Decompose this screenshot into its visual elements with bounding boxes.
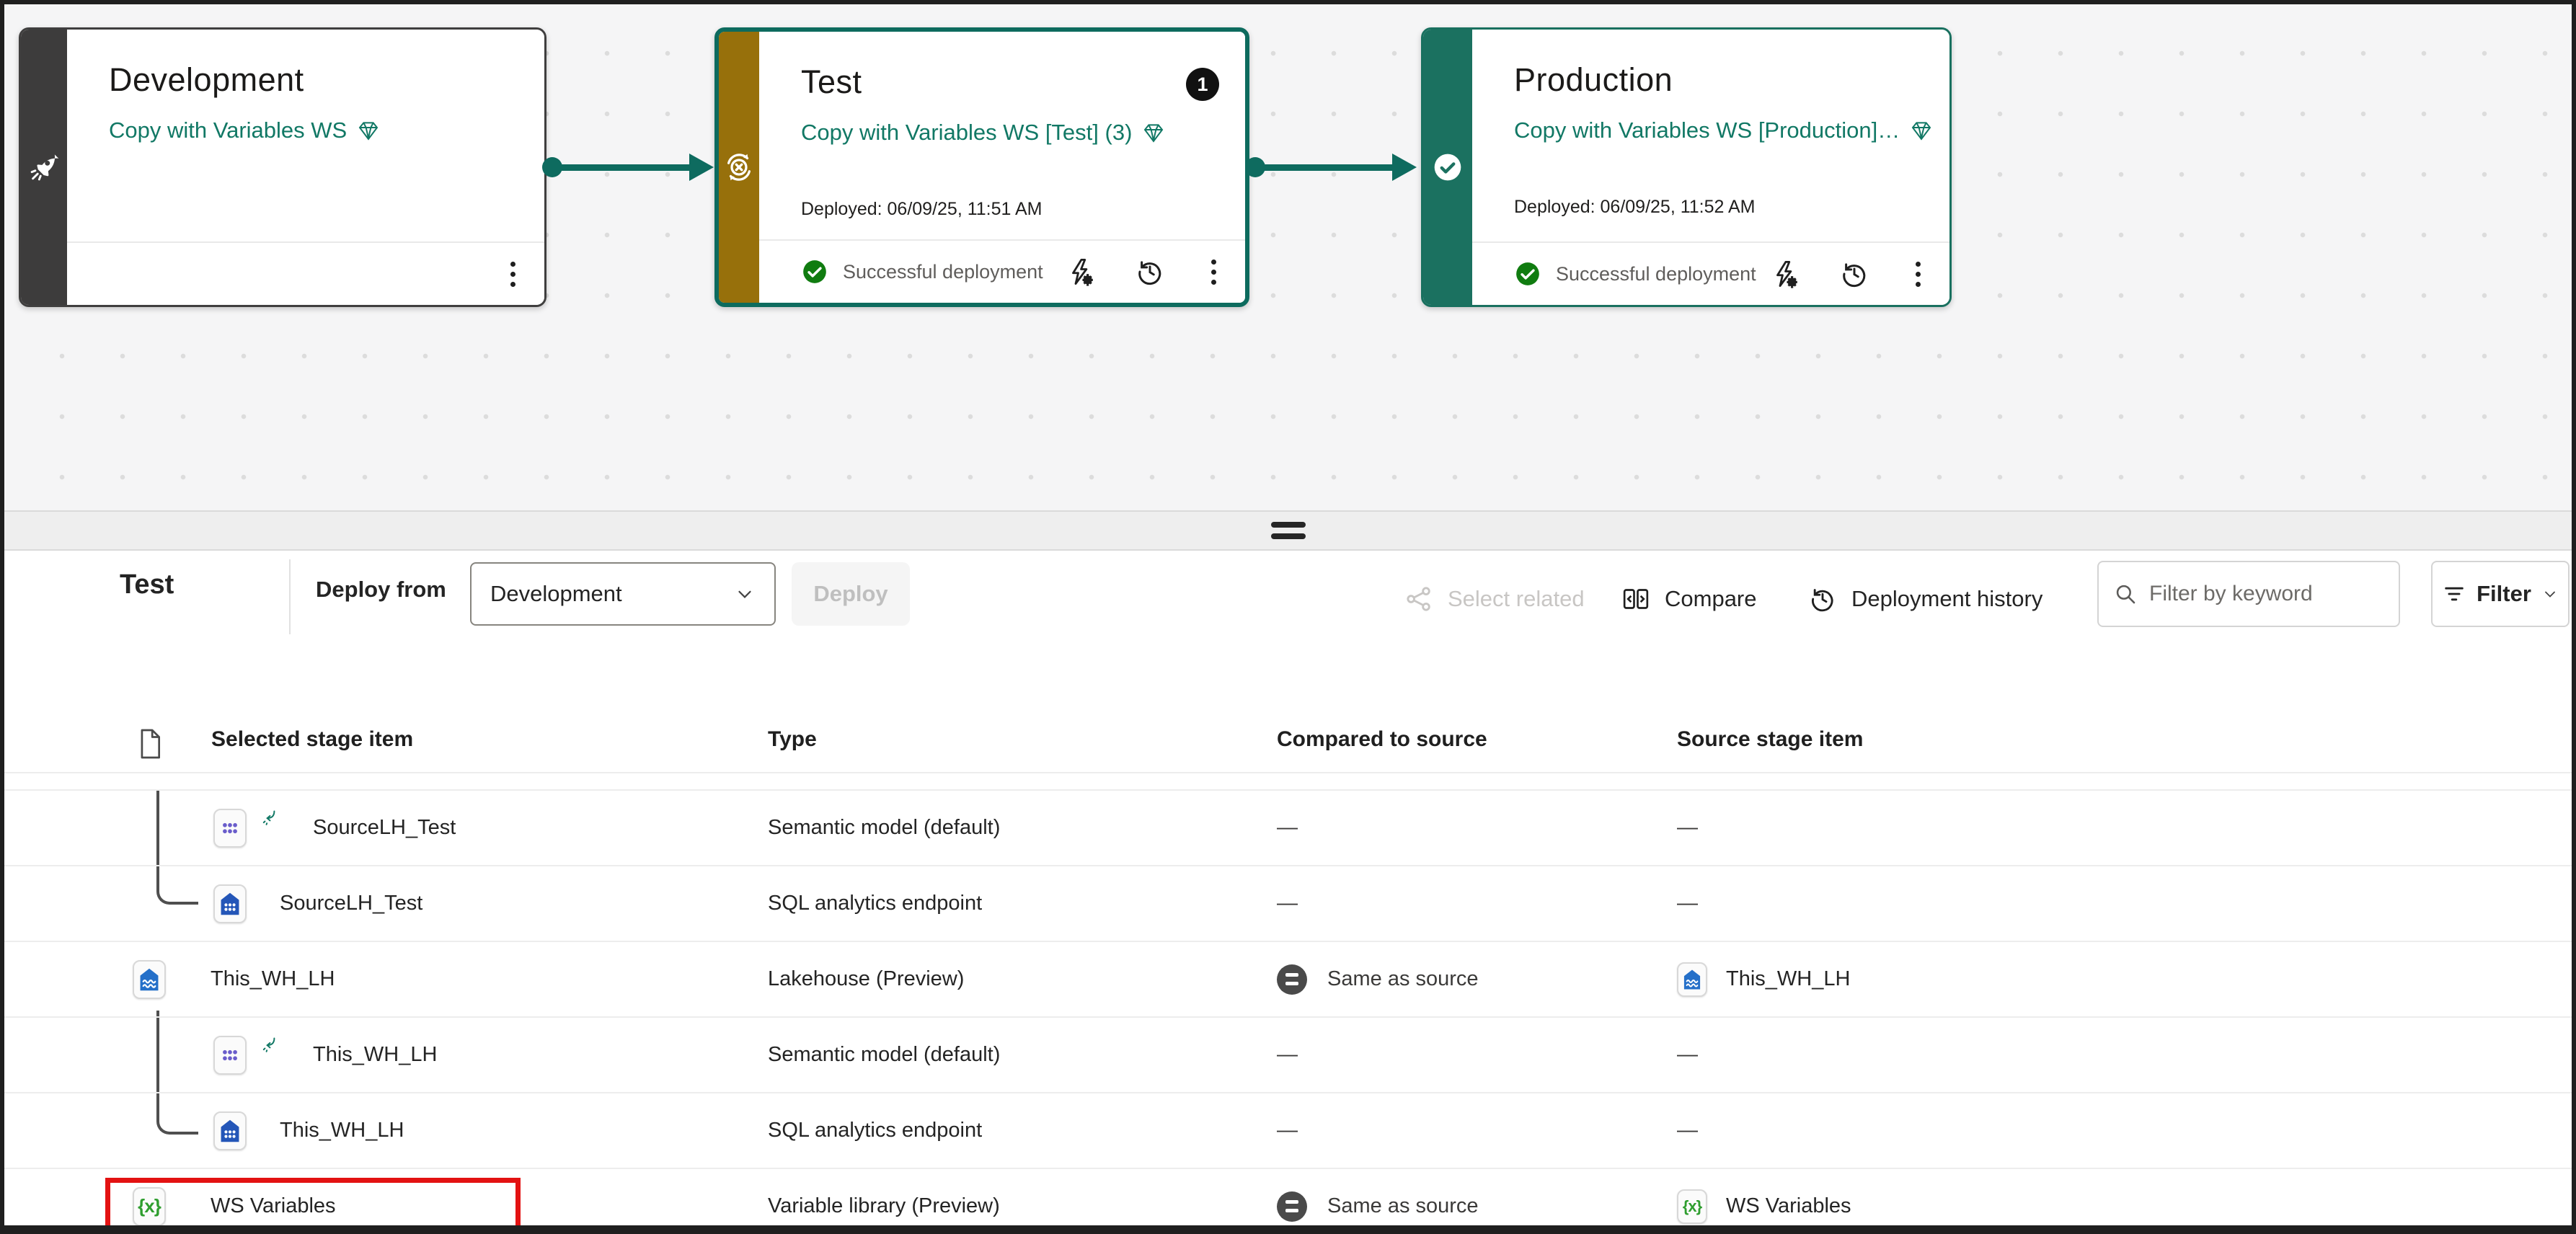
table-row[interactable]: SourceLH_Test SQL analytics endpoint — — xyxy=(4,866,2572,942)
workspace-link[interactable]: Copy with Variables WS xyxy=(109,117,380,143)
lakehouse-icon xyxy=(133,960,166,999)
table-header: Selected stage item Type Compared to sou… xyxy=(4,714,2572,772)
stage-card-development[interactable]: Development Copy with Variables WS xyxy=(19,27,546,307)
stage-strip-test xyxy=(719,32,759,303)
history-icon[interactable] xyxy=(1839,259,1869,289)
stage-more-menu[interactable] xyxy=(1204,257,1223,288)
diff-count-badge: 1 xyxy=(1186,68,1219,101)
document-icon xyxy=(136,727,164,760)
col-header-source-stage-item: Source stage item xyxy=(1677,727,1863,752)
stage-title: Development xyxy=(109,61,304,99)
col-header-selected-stage-item: Selected stage item xyxy=(211,727,413,752)
gem-icon xyxy=(357,119,380,142)
toolbar-divider xyxy=(289,559,291,634)
status-text: Successful deployment xyxy=(1556,263,1756,285)
table-row[interactable]: SourceLH_Test Semantic model (default) —… xyxy=(4,791,2572,866)
table-row[interactable]: This_WH_LH SQL analytics endpoint — — xyxy=(4,1093,2572,1169)
semantic-model-icon xyxy=(213,1036,247,1075)
stage-more-menu[interactable] xyxy=(1908,259,1928,290)
success-check-icon xyxy=(801,258,828,285)
col-header-compared-to-source: Compared to source xyxy=(1277,727,1487,752)
chevron-down-icon xyxy=(734,583,756,605)
select-related-button[interactable]: Select related xyxy=(1404,551,1585,647)
filter-icon xyxy=(2442,582,2466,606)
col-header-type: Type xyxy=(768,727,817,752)
stage-more-menu[interactable] xyxy=(503,259,523,290)
deploy-from-label: Deploy from xyxy=(316,577,446,603)
rocket-icon xyxy=(28,151,60,183)
deploy-settings-icon[interactable] xyxy=(1066,257,1096,287)
variable-library-icon: {x} xyxy=(1677,1189,1707,1224)
stage-strip-production xyxy=(1423,30,1472,305)
table-body: SourceLH_Test Semantic model (default) —… xyxy=(4,791,2572,1225)
stage-card-test[interactable]: Test 1 Copy with Variables WS [Test] (3)… xyxy=(714,27,1249,307)
sql-endpoint-icon xyxy=(213,1111,247,1150)
deployment-pipeline-page: Development Copy with Variables WS xyxy=(0,0,2576,1234)
partial-row-band xyxy=(4,772,2572,791)
compare-button[interactable]: Compare xyxy=(1621,551,1757,647)
deploy-settings-icon[interactable] xyxy=(1770,259,1800,289)
deployed-timestamp: Deployed: 06/09/25, 11:51 AM xyxy=(801,199,1043,220)
selected-stage-title: Test xyxy=(120,569,174,600)
chevron-down-icon xyxy=(2541,585,2559,603)
history-icon[interactable] xyxy=(1135,257,1165,287)
stage-title: Test xyxy=(801,63,862,101)
semantic-model-icon xyxy=(213,809,247,848)
status-text: Successful deployment xyxy=(843,261,1043,283)
pipeline-canvas: Development Copy with Variables WS xyxy=(4,4,2572,510)
stage-title: Production xyxy=(1514,61,1673,99)
compare-icon xyxy=(1621,585,1650,613)
history-icon xyxy=(1808,585,1837,613)
deployment-history-button[interactable]: Deployment history xyxy=(1808,551,2042,647)
stage-toolbar: Test Deploy from Development Deploy Sele… xyxy=(4,551,2572,647)
deploy-button[interactable]: Deploy xyxy=(792,562,910,626)
splitter-grip-icon[interactable] xyxy=(1271,522,1306,539)
same-as-source-icon xyxy=(1277,1191,1307,1222)
filter-button[interactable]: Filter xyxy=(2431,561,2570,627)
search-icon xyxy=(2113,582,2138,606)
stage-card-production[interactable]: Production Copy with Variables WS [Produ… xyxy=(1421,27,1952,307)
gem-icon xyxy=(1910,119,1933,142)
table-row[interactable]: {x} WS Variables Variable library (Previ… xyxy=(4,1169,2572,1234)
same-as-source-icon xyxy=(1277,964,1307,995)
variable-library-icon: {x} xyxy=(133,1187,166,1226)
deployed-timestamp: Deployed: 06/09/25, 11:52 AM xyxy=(1514,197,1756,218)
table-row[interactable]: This_WH_LH Lakehouse (Preview) Same as s… xyxy=(4,942,2572,1018)
workspace-link[interactable]: Copy with Variables WS [Production]… xyxy=(1514,117,1933,143)
default-model-arrow-icon xyxy=(261,1034,280,1053)
connector-test-prod xyxy=(1251,164,1398,171)
stage-strip-development xyxy=(21,30,67,305)
lakehouse-icon xyxy=(1677,962,1707,997)
deployed-check-icon xyxy=(1432,151,1464,183)
sql-endpoint-icon xyxy=(213,884,247,923)
table-row[interactable]: This_WH_LH Semantic model (default) — — xyxy=(4,1018,2572,1093)
default-model-arrow-icon xyxy=(261,807,280,826)
panel-splitter[interactable] xyxy=(4,510,2572,551)
success-check-icon xyxy=(1514,260,1541,288)
keyword-filter-box[interactable] xyxy=(2097,561,2400,627)
workspace-link[interactable]: Copy with Variables WS [Test] (3) xyxy=(801,120,1165,146)
deploy-from-dropdown[interactable]: Development xyxy=(470,562,776,626)
connector-dev-test xyxy=(548,164,695,171)
keyword-filter-input[interactable] xyxy=(2149,582,2427,606)
gem-icon xyxy=(1142,121,1165,144)
sync-compare-icon xyxy=(722,151,756,184)
share-icon xyxy=(1404,585,1433,613)
